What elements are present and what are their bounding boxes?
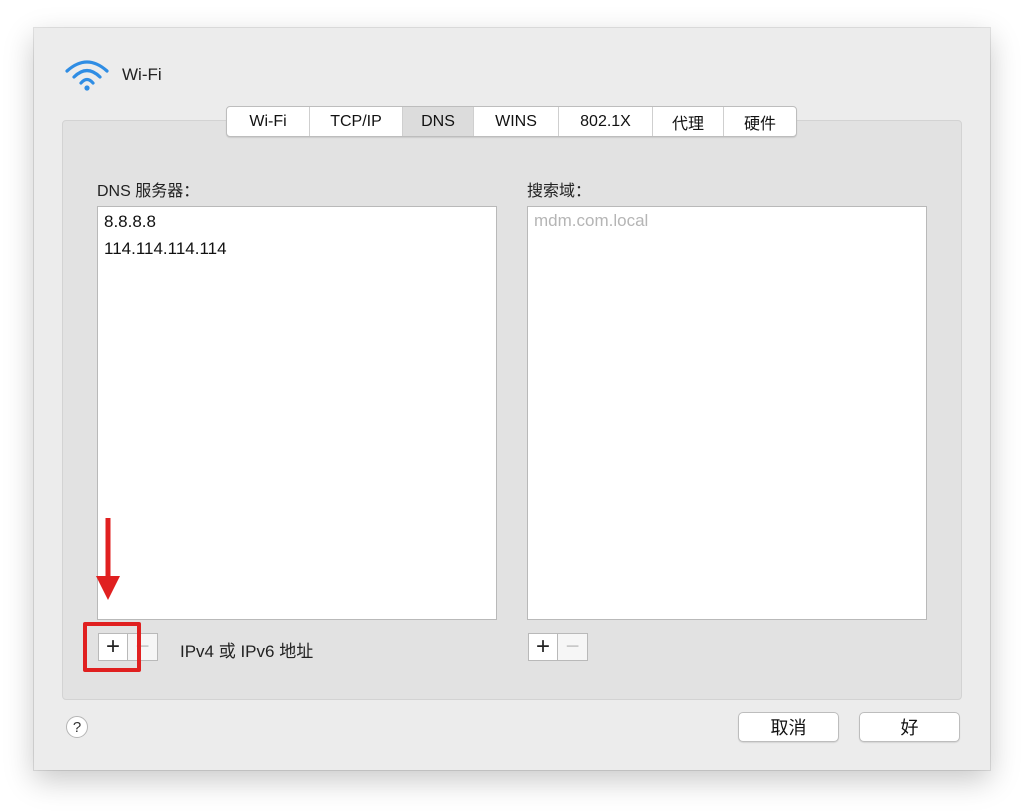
settings-panel: DNS 服务器： 8.8.8.8 114.114.114.114 搜索域： md… — [62, 120, 962, 700]
search-domain-list[interactable]: mdm.com.local — [527, 206, 927, 620]
dns-server-entry[interactable]: 114.114.114.114 — [98, 235, 496, 262]
window-title: Wi-Fi — [122, 65, 162, 84]
tab-bar: Wi-Fi TCP/IP DNS WINS 802.1X 代理 硬件 — [226, 106, 797, 137]
add-search-domain-button[interactable]: + — [528, 633, 558, 661]
tab-dns[interactable]: DNS — [403, 107, 474, 136]
search-button-group: + − — [528, 633, 588, 661]
tab-proxy[interactable]: 代理 — [653, 107, 724, 136]
dns-server-entry[interactable]: 8.8.8.8 — [98, 208, 496, 235]
network-dialog: Wi-Fi DNS 服务器： 8.8.8.8 114.114.114.114 搜… — [34, 28, 990, 770]
cancel-button[interactable]: 取消 — [738, 712, 839, 742]
help-button[interactable]: ? — [66, 716, 88, 738]
dns-servers-label: DNS 服务器： — [97, 183, 200, 200]
wifi-icon — [65, 60, 109, 91]
tab-tcpip[interactable]: TCP/IP — [310, 107, 403, 136]
tab-wins[interactable]: WINS — [474, 107, 559, 136]
dialog-header: Wi-Fi — [62, 55, 162, 95]
annotation-arrow — [96, 518, 120, 600]
tab-8021x[interactable]: 802.1X — [559, 107, 653, 136]
tab-wifi[interactable]: Wi-Fi — [227, 107, 310, 136]
tab-hardware[interactable]: 硬件 — [724, 107, 796, 136]
dns-server-list[interactable]: 8.8.8.8 114.114.114.114 — [97, 206, 497, 620]
remove-search-domain-button[interactable]: − — [558, 633, 588, 661]
annotation-highlight-box — [83, 622, 141, 672]
search-domains-label: 搜索域： — [527, 183, 592, 200]
address-hint: IPv4 或 IPv6 地址 — [180, 642, 314, 661]
ok-button[interactable]: 好 — [859, 712, 960, 742]
search-domain-placeholder: mdm.com.local — [534, 211, 649, 230]
